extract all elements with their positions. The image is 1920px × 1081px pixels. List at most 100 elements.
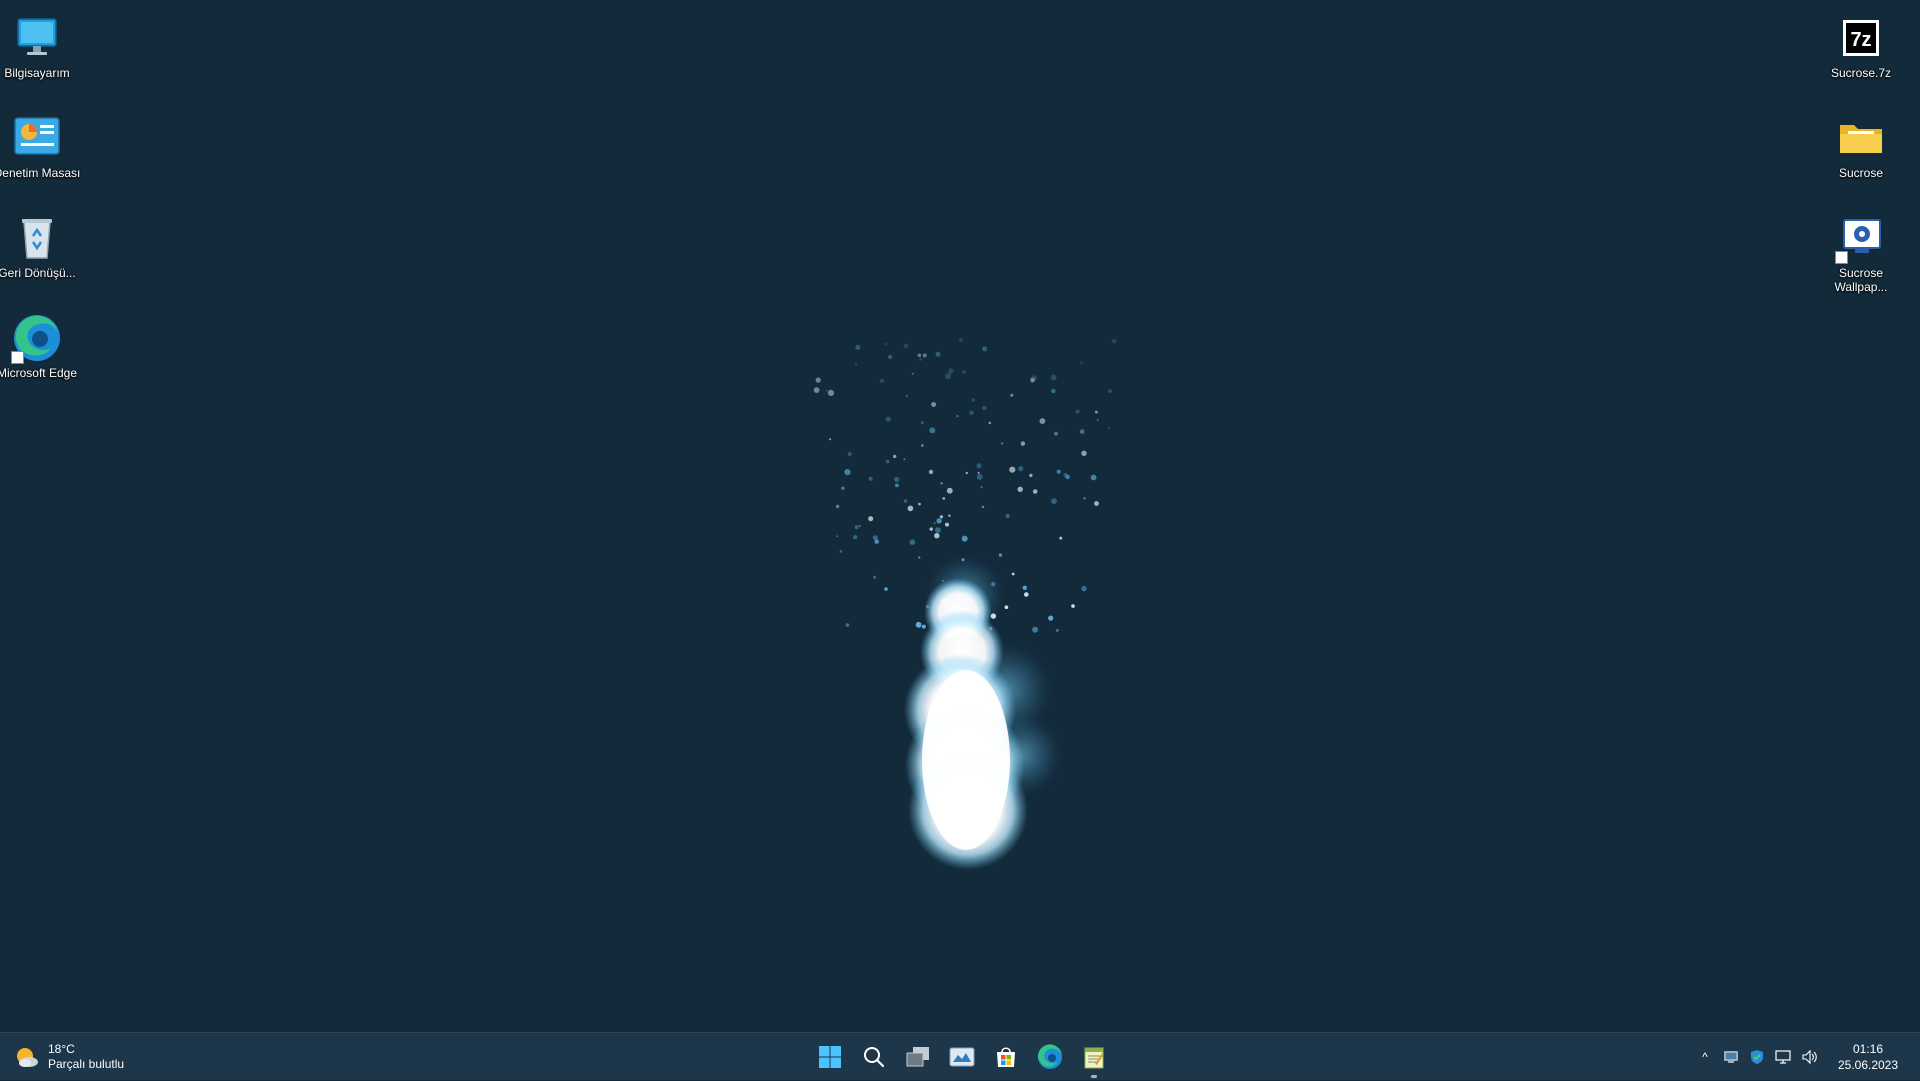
flame-spark (847, 451, 852, 457)
show-desktop-button[interactable] (1914, 1033, 1920, 1081)
flame-spark (1075, 409, 1080, 414)
flame-spark (945, 522, 949, 527)
flame-spark (915, 621, 922, 628)
flame-spark (894, 476, 900, 483)
flame-spark (1065, 474, 1070, 480)
flame-spark (971, 398, 975, 402)
flame-spark (888, 354, 893, 360)
desktop-icon-microsoft-edge[interactable]: Microsoft Edge (0, 304, 85, 400)
desktop-icon-sucrose-folder[interactable]: Sucrose (1813, 104, 1909, 200)
flame-spark (1032, 626, 1039, 633)
flame-spark (885, 459, 890, 464)
desktop-icon-bilgisayarim[interactable]: Bilgisayarım (0, 4, 85, 100)
monitor-app-icon (1724, 1051, 1738, 1063)
flame-spark (1081, 450, 1087, 456)
flame-spark (942, 497, 946, 500)
flame-spark (959, 338, 963, 342)
flame-spark (1000, 442, 1004, 445)
flame-spark (920, 421, 924, 425)
flame-spark (940, 482, 943, 485)
search-icon (864, 1047, 885, 1068)
desktop-icon-label: Sucrose Wallpap... (1834, 266, 1888, 294)
flame-spark (903, 458, 906, 461)
flame-spark (872, 535, 878, 541)
desktop-icon-label: Microsoft Edge (0, 366, 78, 380)
recycle-bin-icon (11, 212, 63, 264)
flame-spark (911, 372, 915, 375)
flame-spark (1096, 419, 1099, 421)
notepad-app-button[interactable] (1072, 1033, 1116, 1081)
flame-spark (961, 535, 968, 542)
network-icon (1775, 1050, 1791, 1064)
desktop-icon-label: Sucrose (1838, 166, 1884, 180)
flame-spark (884, 342, 888, 346)
flame-spark (919, 357, 923, 361)
taskbar-pinned-apps (808, 1033, 1116, 1081)
flame-spark (905, 394, 908, 397)
tray-volume-button[interactable] (1796, 1033, 1822, 1081)
folder-icon (1835, 112, 1887, 164)
flame-spark (977, 471, 980, 474)
flame-spark (1022, 585, 1027, 590)
flame-spark (895, 483, 899, 488)
sucrose-wallpaper-icon (1835, 212, 1887, 264)
weather-widget[interactable]: 18°C Parçalı bulutlu (14, 1039, 124, 1075)
flame-spark (868, 516, 874, 522)
photos-app-button[interactable] (940, 1033, 984, 1081)
tray-sucrose-button[interactable] (1718, 1033, 1744, 1081)
system-tray: ^ 01:16 25.06.2023 (1692, 1033, 1920, 1081)
desktop-icon-geri-donusum[interactable]: Geri Dönüşü... (0, 204, 85, 300)
flame-spark (884, 587, 888, 591)
flame-spark (942, 598, 946, 602)
security-shield-icon (1751, 1050, 1763, 1064)
flame-spark (1030, 377, 1035, 383)
flame-spark (893, 454, 897, 459)
flame-spark (815, 377, 821, 383)
desktop-icon-sucrose-7z[interactable]: 7z Sucrose.7z (1813, 4, 1909, 100)
flame-spark (1031, 375, 1037, 382)
desktop-icon-label: Geri Dönüşü... (0, 266, 76, 280)
flame-spark (835, 504, 840, 509)
flame-spark (982, 346, 988, 352)
flame-spark (836, 535, 839, 538)
flame-spark (1080, 361, 1083, 365)
flame-spark (980, 607, 983, 610)
wallpaper-flame (813, 338, 1117, 870)
taskbar: 18°C Parçalı bulutlu ^ 01:16 25.06.2023 (0, 1032, 1920, 1080)
start-button[interactable] (808, 1033, 852, 1081)
flame-spark (907, 505, 914, 512)
desktop-icon-label: Bilgisayarım (4, 66, 70, 80)
flame-spark (1048, 615, 1054, 621)
desktop-icon-sucrose-wallpaper[interactable]: Sucrose Wallpap... (1813, 204, 1909, 300)
volume-icon (1802, 1049, 1817, 1065)
edge-taskbar-button[interactable] (1028, 1033, 1072, 1081)
tray-network-button[interactable] (1770, 1033, 1796, 1081)
notepad-app-icon (1084, 1047, 1104, 1069)
flame-spark (921, 624, 926, 629)
microsoft-store-button[interactable] (984, 1033, 1028, 1081)
taskbar-clock[interactable]: 01:16 25.06.2023 (1828, 1041, 1908, 1073)
task-view-button[interactable] (896, 1033, 940, 1081)
flame-spark (956, 414, 959, 418)
flame-spark (868, 476, 873, 481)
tray-security-button[interactable] (1744, 1033, 1770, 1081)
shortcut-arrow-icon (11, 351, 24, 364)
flame-spark (931, 402, 937, 407)
flame-spark (926, 605, 929, 608)
show-hidden-icons-button[interactable]: ^ (1692, 1033, 1718, 1081)
weather-condition: Parçalı bulutlu (48, 1057, 125, 1071)
flame-spark (918, 502, 921, 506)
search-button[interactable] (852, 1033, 896, 1081)
flame-spark (965, 471, 968, 475)
flame-spark (928, 469, 934, 475)
flame-spark (982, 405, 987, 411)
flame-spark (921, 444, 924, 447)
flame-spark (1090, 474, 1097, 481)
desktop-icon-denetim-masasi[interactable]: Denetim Masası (0, 104, 85, 200)
flame-spark (1056, 469, 1061, 474)
clock-time: 01:16 (1852, 1042, 1884, 1056)
flame-spark (1005, 513, 1010, 519)
flame-spark (1018, 465, 1024, 472)
partly-cloudy-icon (17, 1048, 38, 1067)
flame-spark (935, 351, 941, 357)
